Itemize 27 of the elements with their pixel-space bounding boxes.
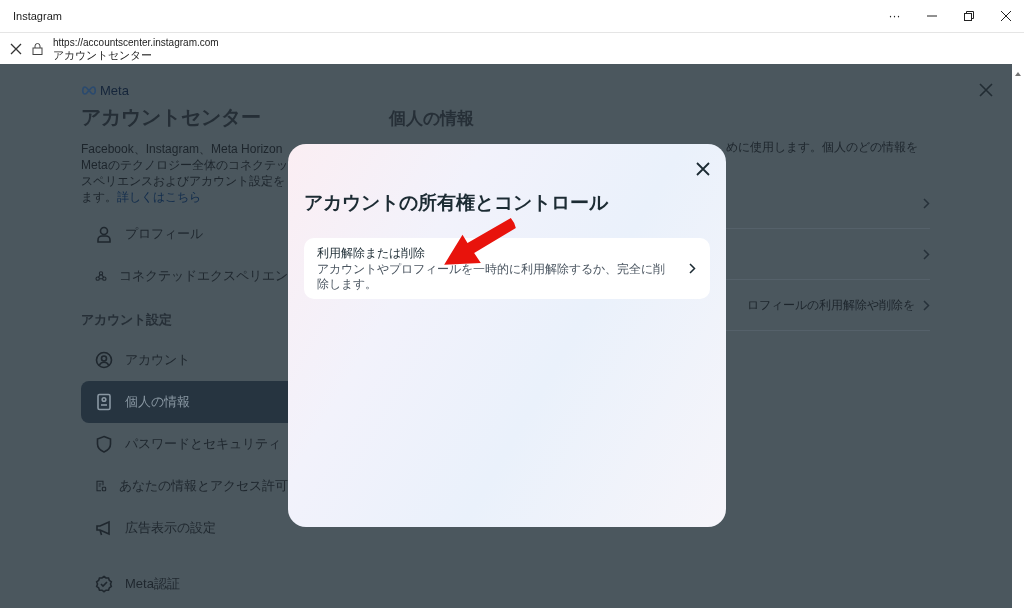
scroll-up-icon[interactable] [1012,70,1024,78]
scrollbar[interactable] [1012,64,1024,608]
card-icon [95,393,113,411]
close-icon [1000,11,1011,21]
chevron-icon [689,263,696,274]
option-title: 利用解除または削除 [317,245,426,262]
infinity-logo-icon [81,86,97,95]
chevron-icon [923,197,930,209]
option-description: アカウントやプロフィールを一時的に利用解除するか、完全に削除します。 [317,262,666,292]
restore-icon [963,11,974,21]
sidebar-item[interactable]: 個人の情報 [81,381,288,423]
person-icon [95,225,113,243]
window-title: Instagram [13,10,63,22]
more-button[interactable]: ··· [876,0,913,32]
url-text: https://accountscenter.instagram.com [53,36,219,49]
dialog-title: アカウントの所有権とコントロール [304,191,609,215]
megaphone-icon [95,519,113,537]
chevron-icon [923,248,930,260]
chevron-icon [923,299,930,311]
close-icon[interactable] [696,162,710,176]
shield-icon [95,435,113,453]
account-icon [95,351,113,369]
close-icon[interactable] [10,42,22,55]
option-card[interactable]: 利用解除または削除 アカウントやプロフィールを一時的に利用解除するか、完全に削除します。 [304,238,710,299]
page-title: アカウントセンター [53,48,153,61]
badge-icon [95,575,113,593]
lock-icon[interactable] [32,42,43,55]
